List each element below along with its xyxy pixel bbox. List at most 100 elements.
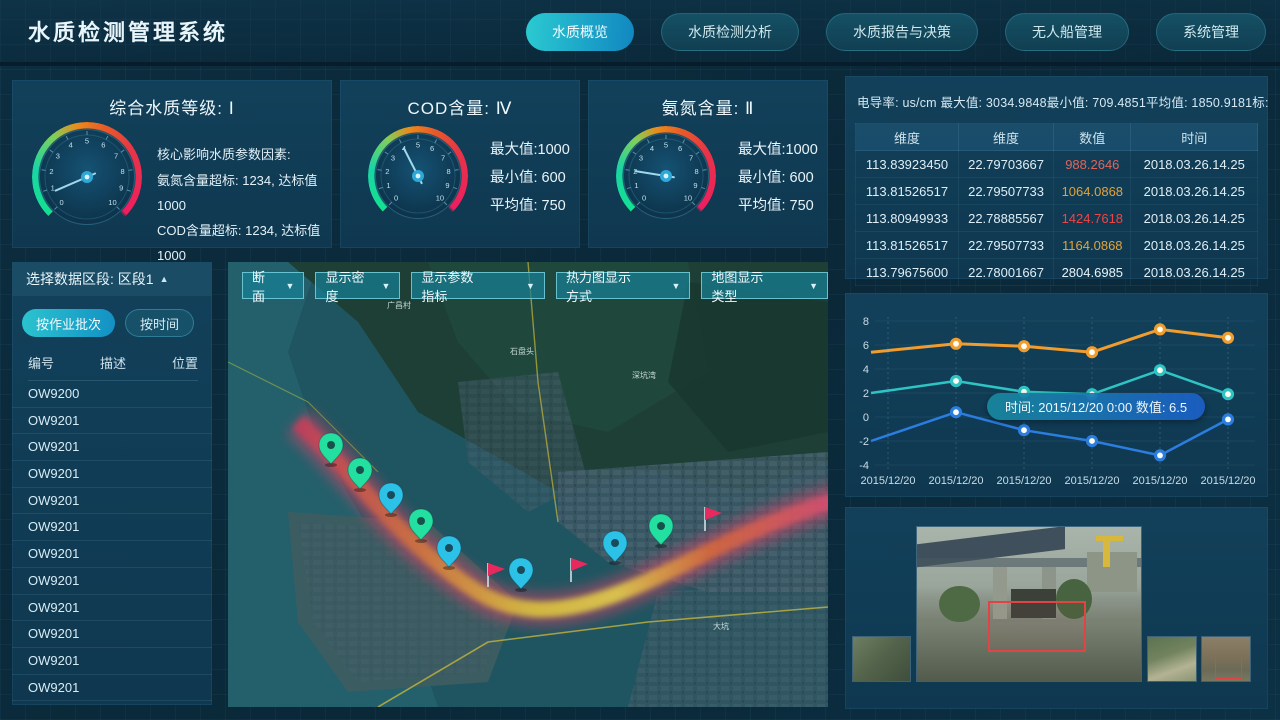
data-point-blue [1156, 451, 1165, 460]
satellite-map[interactable]: 广昌村石盘头深坑湾大坑 断面▼ 显示密度▼ 显示参数指标▼ 热力图显示方式▼ 地… [228, 262, 828, 707]
svg-text:7: 7 [114, 151, 118, 160]
data-point-teal [952, 377, 961, 386]
svg-text:4: 4 [69, 141, 73, 150]
filter-by-time-button[interactable]: 按时间 [125, 309, 194, 337]
cod-max: 最大值:1000 [490, 136, 570, 164]
list-item[interactable]: OW9201 [12, 488, 212, 515]
list-item[interactable]: OW9201 [12, 408, 212, 435]
list-item[interactable]: OW9201 [12, 541, 212, 568]
col-desc: 描述 [100, 353, 126, 372]
data-point-orange [1224, 333, 1233, 342]
cell-time: 2018.03.26.14.25 [1131, 232, 1258, 259]
site-photo-main[interactable] [917, 527, 1141, 681]
cell-time: 2018.03.26.14.25 [1131, 205, 1258, 232]
map-place-label: 广昌村 [387, 300, 411, 310]
table-row[interactable]: 113.79675600 22.78001667 2804.6985 2018.… [856, 259, 1258, 286]
svg-text:6: 6 [430, 144, 434, 153]
app-header: 水质检测管理系统 水质概览 水质检测分析 水质报告与决策 无人船管理 系统管理 [0, 0, 1280, 66]
section-select-header[interactable]: 选择数据区段: 区段1 ▲ [12, 262, 212, 296]
svg-text:0: 0 [863, 412, 869, 424]
vegetation [939, 586, 979, 623]
table-row[interactable]: 113.83923450 22.79703667 988.2646 2018.0… [856, 151, 1258, 178]
list-item[interactable]: OW9201 [12, 568, 212, 595]
svg-text:10: 10 [436, 194, 444, 203]
nh3-avg: 平均值: 750 [738, 192, 818, 220]
chevron-down-icon: ▼ [382, 281, 391, 291]
site-photo-thumb-1[interactable] [853, 637, 910, 681]
svg-text:2: 2 [863, 388, 869, 400]
list-item[interactable]: OW9201 [12, 595, 212, 622]
panel-site-photos [845, 507, 1268, 709]
list-item[interactable]: OW9201 [12, 514, 212, 541]
cell-lng: 113.79675600 [856, 259, 959, 286]
dropdown-parameter[interactable]: 显示参数指标▼ [411, 272, 545, 299]
cell-lat: 22.78001667 [958, 259, 1053, 286]
nh3-gauge: 012345678910 [616, 126, 716, 226]
filter-by-batch-button[interactable]: 按作业批次 [22, 309, 115, 337]
svg-text:7: 7 [441, 153, 445, 162]
chevron-down-icon: ▼ [809, 281, 818, 291]
cod-min: 最小值: 600 [490, 164, 570, 192]
nav-tab-report[interactable]: 水质报告与决策 [826, 13, 978, 51]
list-item[interactable]: OW9200 [12, 381, 212, 408]
app-title: 水质检测管理系统 [28, 15, 228, 47]
svg-text:8: 8 [863, 316, 869, 328]
list-item[interactable]: OW9201 [12, 434, 212, 461]
chart-tooltip: 时间: 2015/12/20 0:00 数值: 6.5 [987, 393, 1205, 420]
svg-text:2015/12/20: 2015/12/20 [860, 475, 915, 487]
factor-line-cod: COD含量超标: 1234, 达标值1000 [157, 218, 332, 268]
data-point-blue [952, 408, 961, 417]
data-point-blue [1020, 426, 1029, 435]
cell-value: 1424.7618 [1054, 205, 1131, 232]
site-photo-thumb-2[interactable] [1148, 637, 1196, 681]
cell-lng: 113.83923450 [856, 151, 959, 178]
svg-text:6: 6 [101, 141, 105, 150]
cell-time: 2018.03.26.14.25 [1131, 178, 1258, 205]
data-point-orange [1088, 348, 1097, 357]
dropdown-map-type[interactable]: 地图显示类型▼ [701, 272, 828, 299]
nav-tab-overview[interactable]: 水质概览 [526, 13, 634, 51]
list-item[interactable]: OW9201 [12, 461, 212, 488]
svg-text:5: 5 [85, 137, 89, 146]
nav-tab-analysis[interactable]: 水质检测分析 [661, 13, 799, 51]
svg-text:2: 2 [385, 167, 389, 176]
cell-lat: 22.79507733 [958, 178, 1053, 205]
panel-title-cod: COD含量: Ⅳ [340, 80, 580, 119]
col-id: 编号 [28, 353, 54, 372]
series-orange [871, 329, 1228, 352]
cell-value: 1064.0868 [1054, 178, 1131, 205]
table-row[interactable]: 113.81526517 22.79507733 1164.0868 2018.… [856, 232, 1258, 259]
collapse-arrow-icon[interactable]: ▲ [160, 274, 169, 284]
dropdown-heatmap-mode[interactable]: 热力图显示方式▼ [556, 272, 690, 299]
panel-cod: COD含量: Ⅳ 012345678910 最大值:1000 最小值: 600 … [340, 80, 580, 248]
panel-title-nh3: 氨氮含量: Ⅱ [588, 80, 828, 119]
svg-text:3: 3 [391, 153, 395, 162]
list-item[interactable]: OW9201 [12, 648, 212, 675]
map-place-label: 石盘头 [510, 346, 534, 356]
dropdown-density[interactable]: 显示密度▼ [315, 272, 400, 299]
conductivity-summary: 电导率: us/cm 最大值: 3034.9848最小值: 709.4851平均… [845, 76, 1268, 111]
nh3-stats: 最大值:1000 最小值: 600 平均值: 750 [738, 136, 818, 220]
dropdown-section[interactable]: 断面▼ [242, 272, 304, 299]
cell-lat: 22.79703667 [958, 151, 1053, 178]
svg-text:6: 6 [863, 340, 869, 352]
nav-tab-system[interactable]: 系统管理 [1156, 13, 1266, 51]
nav-tab-boat[interactable]: 无人船管理 [1005, 13, 1129, 51]
table-row[interactable]: 113.81526517 22.79507733 1064.0868 2018.… [856, 178, 1258, 205]
map-place-label: 大坑 [713, 621, 729, 631]
svg-text:0: 0 [59, 198, 63, 207]
cell-time: 2018.03.26.14.25 [1131, 259, 1258, 286]
panel-conductivity: 电导率: us/cm 最大值: 3034.9848最小值: 709.4851平均… [845, 76, 1268, 279]
svg-text:0: 0 [642, 194, 646, 203]
list-item[interactable]: OW9201 [12, 621, 212, 648]
site-photo-thumb-3[interactable] [1202, 637, 1250, 681]
svg-text:9: 9 [119, 184, 123, 193]
detection-box-small [1215, 655, 1241, 679]
nh3-max: 最大值:1000 [738, 136, 818, 164]
chevron-down-icon: ▼ [526, 281, 535, 291]
crane-arm [1096, 536, 1123, 541]
list-item[interactable]: OW9201 [12, 675, 212, 702]
cod-gauge: 012345678910 [368, 126, 468, 226]
table-row[interactable]: 113.80949933 22.78885567 1424.7618 2018.… [856, 205, 1258, 232]
gauge-dial: 012345678910 [616, 126, 716, 226]
